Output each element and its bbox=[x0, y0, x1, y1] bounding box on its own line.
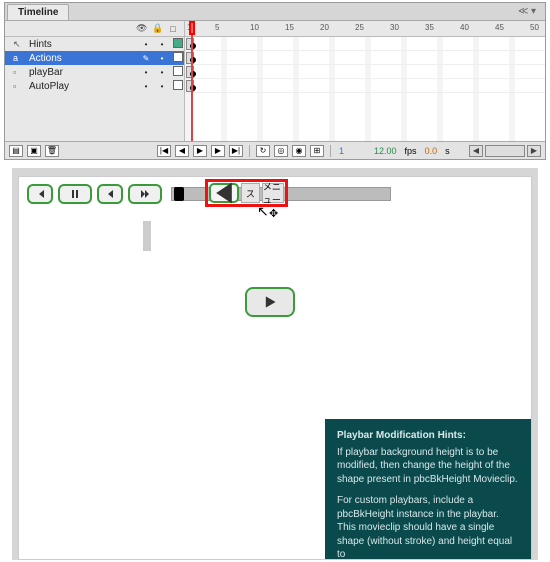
layer-lock-dot[interactable]: • bbox=[156, 68, 168, 77]
time-label: s bbox=[443, 146, 452, 156]
panel-collapse-icon[interactable]: ≪ bbox=[518, 7, 528, 17]
layer-header: 👁 🔒 □ bbox=[5, 21, 184, 37]
hint-title: Playbar Modification Hints: bbox=[337, 429, 519, 443]
tab-timeline[interactable]: Timeline bbox=[7, 4, 69, 20]
layer-outline-box[interactable] bbox=[172, 66, 184, 78]
frame-row[interactable] bbox=[185, 51, 545, 65]
fastfwd-button[interactable] bbox=[128, 184, 162, 204]
delete-layer-button[interactable]: 🗑 bbox=[45, 145, 59, 157]
current-frame: 1 bbox=[337, 146, 346, 156]
layer-name: Hints bbox=[29, 39, 136, 50]
frame-row[interactable] bbox=[185, 37, 545, 51]
stage-canvas[interactable]: ス メニュー ↖ ✥ Playbar Modification Hints: I… bbox=[18, 176, 532, 560]
layer-outline-box[interactable] bbox=[172, 38, 184, 50]
hint-p2: For custom playbars, include a pbcBkHeig… bbox=[337, 494, 519, 562]
layer-name: Actions bbox=[29, 53, 136, 64]
ruler-mark: 10 bbox=[250, 23, 259, 32]
frame-row[interactable] bbox=[185, 65, 545, 79]
timeline-panel: Timeline ≪ ▾ 👁 🔒 □ ↖ Hints • • a Actions… bbox=[4, 2, 546, 160]
onion-skin-button[interactable]: ◎ bbox=[274, 145, 288, 157]
ruler-mark: 35 bbox=[425, 23, 434, 32]
loop-button[interactable]: ↻ bbox=[256, 145, 270, 157]
layer-vis-dot[interactable]: • bbox=[140, 68, 152, 77]
layer-name: AutoPlay bbox=[29, 81, 136, 92]
new-layer-button[interactable]: ▤ bbox=[9, 145, 23, 157]
ruler-mark: 40 bbox=[460, 23, 469, 32]
seek-knob[interactable] bbox=[174, 187, 184, 201]
frames-area[interactable]: 15101520253035404550 bbox=[185, 21, 545, 141]
ruler-mark: 5 bbox=[215, 23, 219, 32]
layer-lock-dot[interactable]: • bbox=[156, 54, 168, 63]
panel-tabstrip: Timeline ≪ ▾ bbox=[5, 3, 545, 21]
placeholder-bar bbox=[143, 221, 151, 251]
timeline-footer: ▤ ▣ 🗑 |◀ ◀ ▶ ▶ ▶| ↻ ◎ ◉ ⊞ 1 12.00 fps 0.… bbox=[5, 141, 545, 159]
pause-button[interactable] bbox=[58, 184, 92, 204]
play-button[interactable]: ▶ bbox=[193, 145, 207, 157]
layer-vis-dot[interactable]: • bbox=[140, 82, 152, 91]
layer-type-icon: ▫ bbox=[13, 81, 25, 91]
new-folder-button[interactable]: ▣ bbox=[27, 145, 41, 157]
ruler-mark: 25 bbox=[355, 23, 364, 32]
layer-type-icon: ▫ bbox=[13, 67, 25, 77]
layer-type-icon: ↖ bbox=[13, 39, 25, 50]
step-back-button[interactable]: ◀ bbox=[175, 145, 189, 157]
layer-list: 👁 🔒 □ ↖ Hints • • a Actions ✎ • ▫ playBa… bbox=[5, 21, 185, 141]
move-icon: ✥ bbox=[269, 207, 278, 220]
menu-label[interactable]: メニュー bbox=[262, 183, 284, 203]
layer-row[interactable]: ↖ Hints • • bbox=[5, 37, 184, 51]
layer-lock-dot[interactable]: • bbox=[156, 40, 168, 49]
layer-row[interactable]: a Actions ✎ • bbox=[5, 51, 184, 65]
layer-name: playBar bbox=[29, 67, 136, 78]
layer-row[interactable]: ▫ playBar • • bbox=[5, 65, 184, 79]
ruler-mark: 20 bbox=[320, 23, 329, 32]
layer-outline-box[interactable] bbox=[172, 52, 184, 64]
edit-multi-button[interactable]: ⊞ bbox=[310, 145, 324, 157]
layer-vis-dot[interactable]: • bbox=[140, 40, 152, 49]
selection-highlight: ス メニュー bbox=[205, 179, 288, 207]
layer-lock-dot[interactable]: • bbox=[156, 82, 168, 91]
rewind-button[interactable] bbox=[27, 184, 53, 204]
fps-value[interactable]: 12.00 bbox=[372, 146, 399, 156]
time-value: 0.0 bbox=[423, 146, 440, 156]
layer-vis-dot[interactable]: ✎ bbox=[140, 54, 152, 63]
h-scrollbar[interactable] bbox=[485, 145, 525, 157]
ruler-mark: 30 bbox=[390, 23, 399, 32]
goto-last-button[interactable]: ▶| bbox=[229, 145, 243, 157]
scroll-left-button[interactable]: ◀ bbox=[469, 145, 483, 157]
layer-row[interactable]: ▫ AutoPlay • • bbox=[5, 79, 184, 93]
center-play-button[interactable] bbox=[245, 287, 295, 317]
layer-type-icon: a bbox=[13, 53, 25, 63]
cursor-arrow-icon: ↖ bbox=[257, 203, 269, 220]
fps-label: fps bbox=[403, 146, 419, 156]
ruler-mark: 45 bbox=[495, 23, 504, 32]
goto-first-button[interactable]: |◀ bbox=[157, 145, 171, 157]
prev-button[interactable] bbox=[97, 184, 123, 204]
playhead-line bbox=[191, 35, 193, 141]
lock-header-icon[interactable]: 🔒 bbox=[152, 23, 162, 34]
back-button[interactable] bbox=[209, 183, 239, 203]
onion-outline-button[interactable]: ◉ bbox=[292, 145, 306, 157]
visibility-header-icon[interactable]: 👁 bbox=[136, 23, 146, 34]
frame-row[interactable] bbox=[185, 79, 545, 93]
outline-header-icon[interactable]: □ bbox=[168, 24, 178, 34]
panel-menu-icon[interactable]: ▾ bbox=[531, 7, 541, 17]
back-small-label: ス bbox=[241, 183, 260, 203]
hint-panel: Playbar Modification Hints: If playbar b… bbox=[325, 419, 531, 559]
playhead[interactable] bbox=[189, 21, 195, 35]
ruler-mark: 15 bbox=[285, 23, 294, 32]
layer-outline-box[interactable] bbox=[172, 80, 184, 92]
ruler-mark: 50 bbox=[530, 23, 539, 32]
step-fwd-button[interactable]: ▶ bbox=[211, 145, 225, 157]
hint-p1: If playbar background height is to be mo… bbox=[337, 446, 519, 487]
scroll-right-button[interactable]: ▶ bbox=[527, 145, 541, 157]
stage-area: ス メニュー ↖ ✥ Playbar Modification Hints: I… bbox=[12, 168, 538, 560]
frame-ruler[interactable]: 15101520253035404550 bbox=[185, 21, 545, 37]
